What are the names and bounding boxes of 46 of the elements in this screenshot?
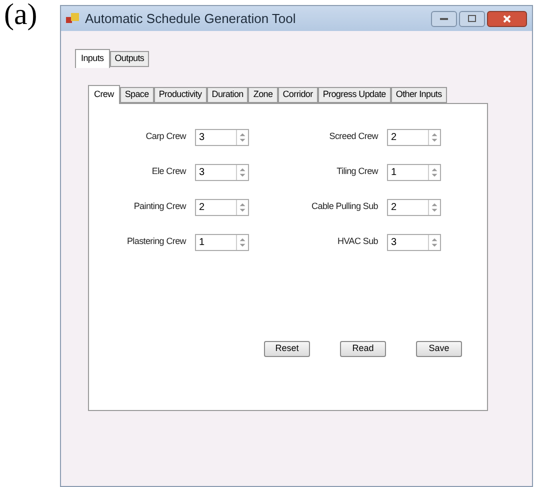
number-spinner[interactable]: 3 (195, 128, 249, 146)
field-label: Tiling Crew (336, 165, 378, 178)
spin-arrows-icon[interactable] (428, 130, 440, 144)
tab[interactable]: Crew (88, 85, 120, 104)
figure-label: (a) (4, 0, 38, 30)
close-icon (503, 14, 511, 22)
spin-arrows-icon[interactable] (236, 130, 248, 144)
tab[interactable]: Outputs (110, 51, 150, 67)
field-label: Painting Crew (134, 200, 186, 214)
window-title: Automatic Schedule Generation Tool (85, 10, 296, 28)
spin-arrows-icon[interactable] (236, 164, 248, 180)
spin-arrows-icon[interactable] (236, 200, 248, 214)
spin-arrows-icon[interactable] (428, 164, 440, 180)
app-icon (66, 12, 80, 24)
field-label: Ele Crew (152, 165, 186, 178)
field-label: Carp Crew (146, 130, 186, 144)
tab[interactable]: Duration (206, 87, 248, 103)
tab[interactable]: Zone (248, 87, 278, 103)
tab[interactable]: Space (120, 87, 154, 103)
tab[interactable]: Corridor (278, 87, 318, 103)
number-spinner[interactable]: 2 (387, 198, 441, 216)
minimize-icon (440, 17, 448, 20)
number-spinner[interactable]: 1 (387, 164, 441, 180)
field-label: Plastering Crew (126, 235, 186, 248)
spin-arrows-icon[interactable] (236, 234, 248, 250)
spin-arrows-icon[interactable] (428, 200, 440, 214)
number-spinner[interactable]: 2 (387, 128, 441, 146)
tab[interactable]: Inputs (75, 49, 110, 68)
field-label: Cable Pulling Sub (312, 200, 378, 214)
field-label: Screed Crew (329, 130, 378, 144)
action-button[interactable]: Read (340, 341, 386, 357)
spin-arrows-icon[interactable] (428, 234, 440, 250)
close-button[interactable] (487, 10, 527, 26)
minimize-button[interactable] (431, 10, 457, 26)
maximize-button[interactable] (459, 10, 485, 26)
number-spinner[interactable]: 3 (195, 164, 249, 180)
tab[interactable]: Progress Update (318, 87, 391, 103)
number-spinner[interactable]: 1 (195, 234, 249, 250)
action-button[interactable]: Reset (264, 341, 310, 357)
maximize-icon (468, 15, 476, 22)
number-spinner[interactable]: 2 (195, 198, 249, 216)
number-spinner[interactable]: 3 (387, 234, 441, 250)
tab[interactable]: Other Inputs (390, 87, 447, 103)
field-label: HVAC Sub (338, 235, 378, 248)
tab[interactable]: Productivity (154, 87, 207, 103)
action-button[interactable]: Save (416, 341, 462, 357)
